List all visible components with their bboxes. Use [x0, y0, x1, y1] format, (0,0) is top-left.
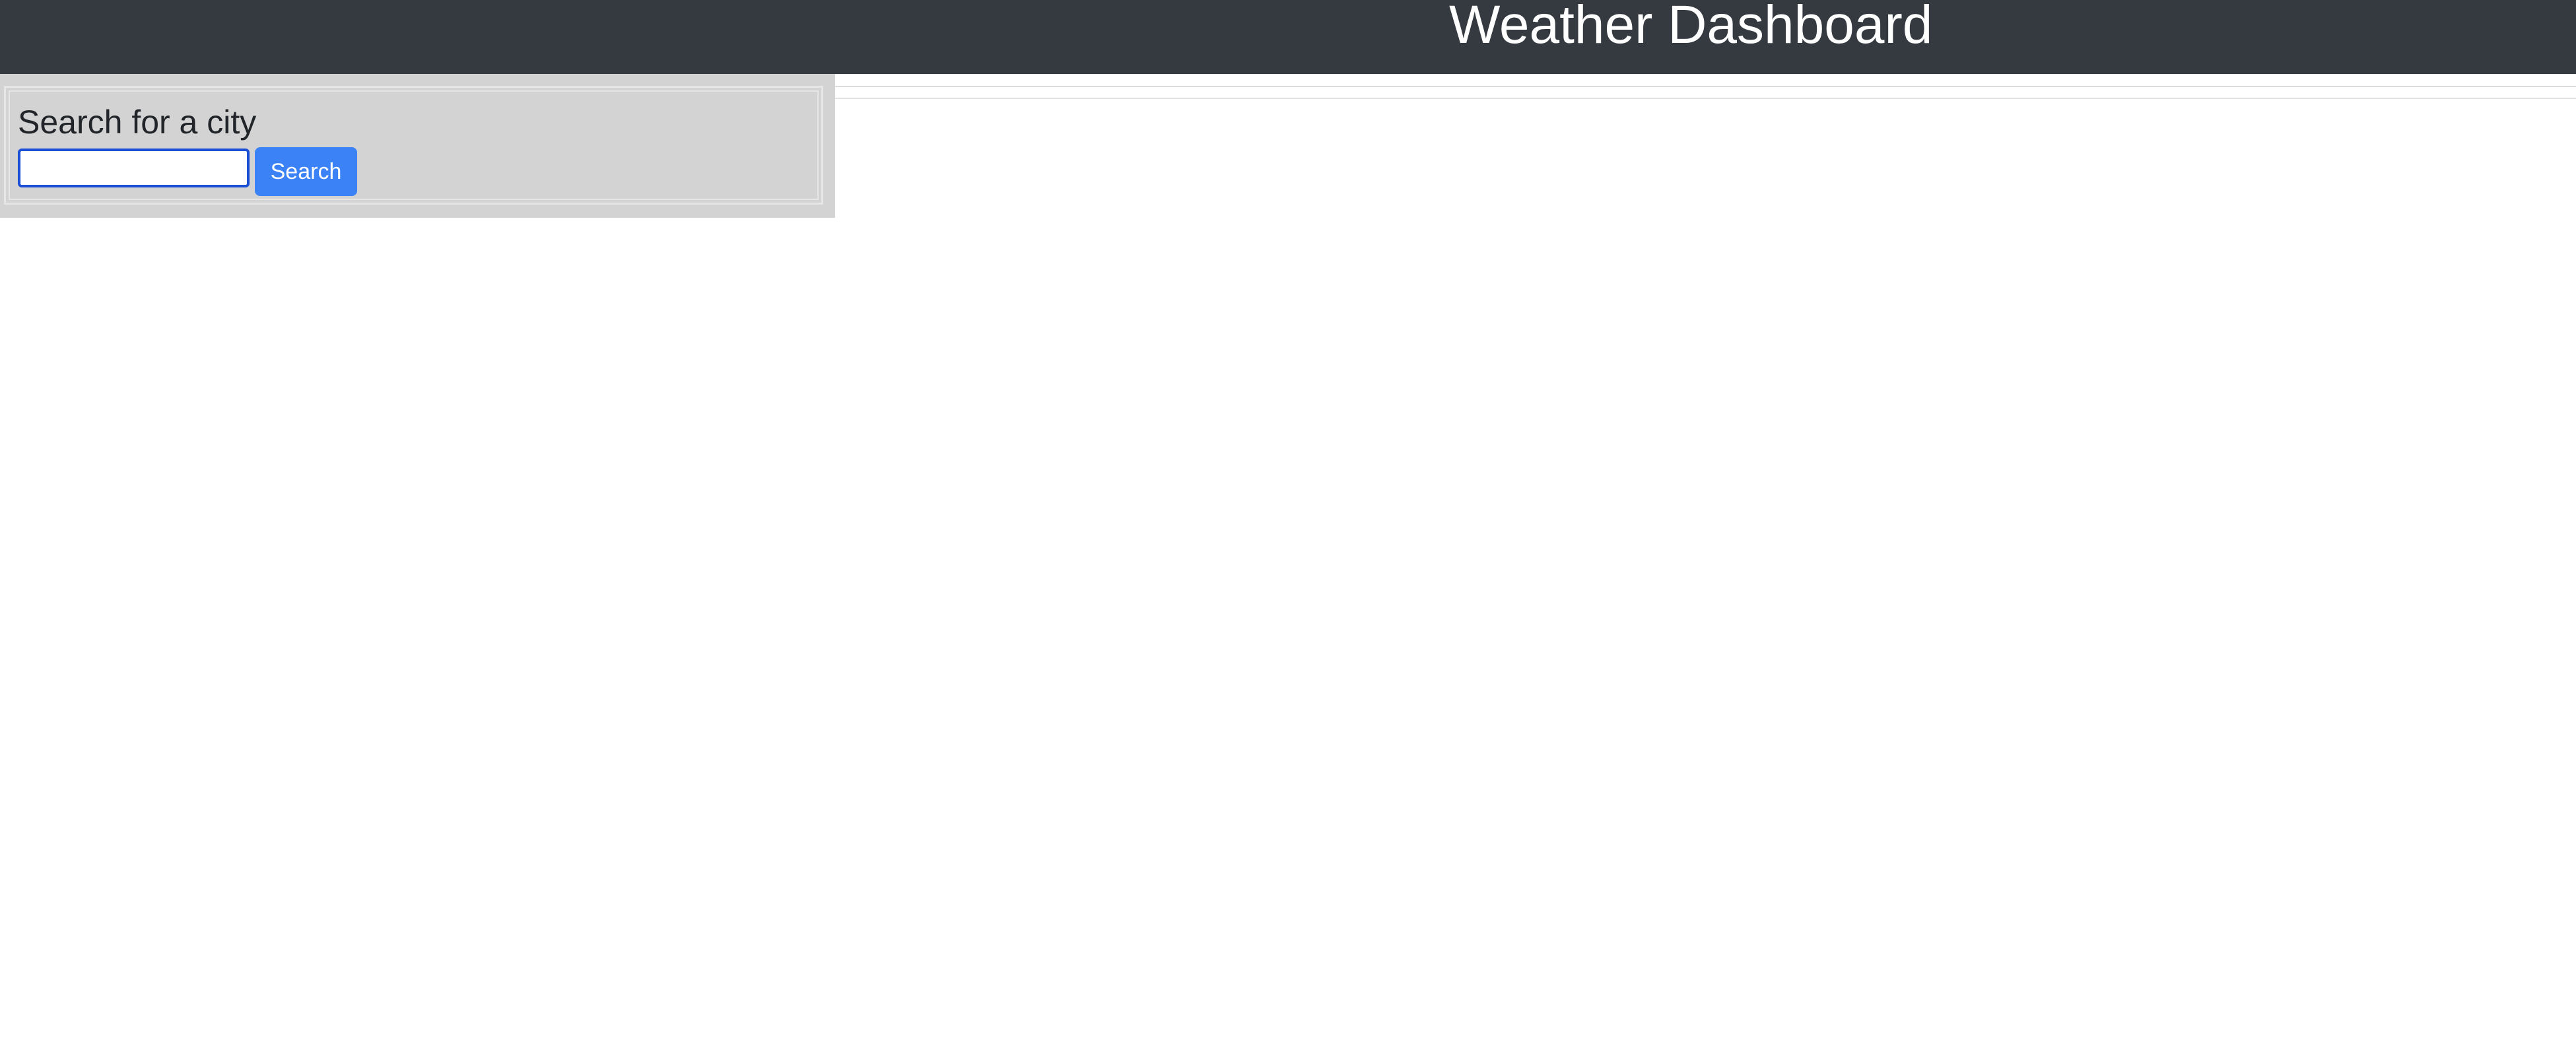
search-sidebar: Search for a city Search: [0, 74, 835, 218]
results-divider-top: [835, 86, 2576, 87]
city-search-input[interactable]: [18, 149, 250, 187]
search-heading: Search for a city: [18, 104, 257, 141]
page-title: Weather Dashboard: [1449, 0, 1933, 55]
search-button[interactable]: Search: [255, 147, 357, 196]
results-divider-bottom: [835, 98, 2576, 99]
app-header: Weather Dashboard: [0, 0, 2576, 74]
search-card: Search for a city Search: [4, 86, 823, 205]
search-card-inner: Search for a city Search: [9, 90, 819, 200]
